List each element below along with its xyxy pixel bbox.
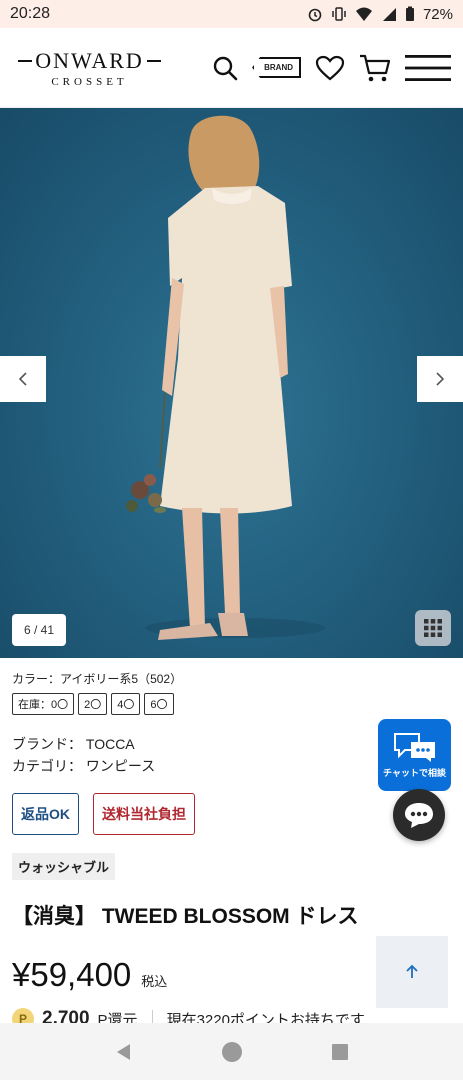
image-counter: 6 / 41	[12, 614, 67, 646]
chat-bubbles-icon	[393, 732, 435, 762]
chatbot-button[interactable]	[393, 789, 445, 841]
battery-icon	[405, 6, 414, 21]
arrow-up-icon	[406, 964, 418, 978]
nav-back-button[interactable]	[114, 1042, 134, 1062]
chat-consult-button[interactable]: チャットで相談	[378, 719, 451, 791]
recents-square-icon	[332, 1043, 349, 1060]
size-stock-item[interactable]: 在庫：0〇	[12, 693, 75, 715]
signal-icon	[382, 8, 396, 21]
next-image-button[interactable]	[417, 356, 463, 402]
free-shipping-badge: 送料当社負担	[93, 793, 195, 835]
home-circle-icon	[222, 1041, 243, 1062]
site-header: ONWARD CROSSET BRAND	[0, 28, 463, 108]
brand-tag-icon: BRAND	[252, 57, 301, 78]
size-stock-item[interactable]: 6〇	[144, 693, 174, 715]
menu-button[interactable]	[405, 54, 451, 82]
size-stock-list: 在庫：0〇 2〇 4〇 6〇	[12, 693, 451, 715]
site-logo[interactable]: ONWARD CROSSET	[12, 48, 167, 88]
size-stock-item[interactable]: 4〇	[111, 693, 141, 715]
nav-recents-button[interactable]	[331, 1043, 349, 1061]
status-time: 20:28	[10, 5, 51, 22]
alarm-icon	[308, 8, 322, 22]
chevron-right-icon	[436, 372, 445, 386]
service-badges: 返品OK 送料当社負担	[12, 793, 451, 835]
battery-level: 72%	[422, 5, 453, 23]
product-photo	[126, 115, 325, 640]
tax-label: 税込	[141, 974, 168, 989]
header-actions: BRAND	[212, 53, 451, 83]
logo-text: ONWARD	[35, 47, 144, 73]
status-icons: 72%	[307, 6, 453, 23]
prev-image-button[interactable]	[0, 356, 46, 402]
color-label: カラー：アイボリー系5（502）	[12, 672, 183, 686]
back-triangle-icon	[116, 1043, 130, 1060]
system-nav-bar	[0, 1023, 463, 1080]
cart-icon	[360, 54, 391, 81]
chat-dots-icon	[405, 803, 433, 828]
chat-button-label: チャットで相談	[383, 767, 446, 778]
wifi-icon	[355, 7, 372, 21]
return-ok-badge: 返品OK	[12, 793, 79, 835]
grid-view-button[interactable]	[415, 610, 451, 646]
chevron-left-icon	[18, 372, 27, 386]
size-stock-item[interactable]: 2〇	[78, 693, 108, 715]
product-title: 【消臭】 TWEED BLOSSOM ドレス	[12, 905, 359, 928]
hamburger-menu-icon	[405, 54, 451, 81]
heart-icon	[315, 55, 345, 80]
status-bar: 20:28 72%	[0, 0, 463, 28]
cart-button[interactable]	[359, 53, 391, 83]
product-price: ¥59,400	[12, 956, 132, 993]
vibrate-icon	[332, 7, 346, 21]
logo-subtext: CROSSET	[51, 75, 128, 88]
back-to-top-button[interactable]	[376, 936, 448, 1008]
washable-tag: ウォッシャブル	[12, 853, 116, 880]
favorites-button[interactable]	[315, 55, 345, 81]
grid-icon	[424, 619, 442, 637]
product-image-gallery[interactable]: 6 / 41	[0, 108, 463, 658]
search-button[interactable]	[212, 55, 238, 81]
nav-home-button[interactable]	[221, 1041, 243, 1063]
search-icon	[213, 56, 238, 80]
brand-button[interactable]: BRAND	[252, 57, 301, 78]
